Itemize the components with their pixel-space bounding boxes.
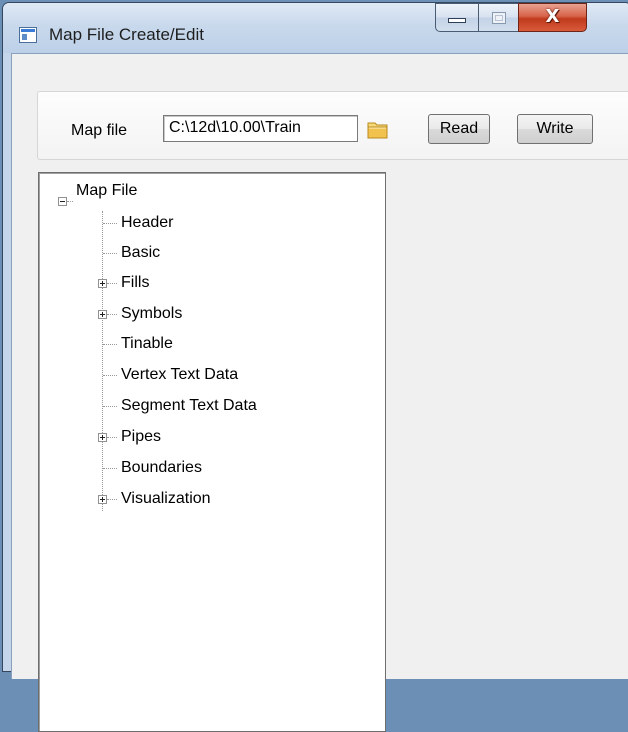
window-title: Map File Create/Edit [49, 25, 204, 44]
tree-item-label: Header [121, 214, 174, 231]
maximize-icon [492, 12, 506, 24]
collapse-icon[interactable] [58, 197, 67, 206]
tree-root-label: Map File [76, 182, 138, 199]
caption-buttons: X [435, 3, 587, 33]
tree-item-label: Boundaries [121, 459, 202, 476]
maximize-button[interactable] [478, 3, 519, 32]
close-button[interactable]: X [518, 3, 587, 32]
app-window-icon[interactable] [19, 27, 37, 43]
tree-root-map-file[interactable]: Map File [76, 176, 137, 206]
tree-item-label: Vertex Text Data [121, 366, 239, 383]
map-file-input[interactable]: C:\12d\10.00\Train [163, 115, 358, 142]
map-file-window: Map File Create/Edit X Map file C:\12d\1… [2, 2, 628, 732]
expand-icon[interactable] [98, 433, 107, 442]
tree-item-vertex-text-data[interactable]: Vertex Text Data [121, 360, 238, 390]
tree-item-boundaries[interactable]: Boundaries [121, 453, 202, 483]
tree-item-label: Visualization [121, 490, 211, 507]
tree-item-tinable[interactable]: Tinable [121, 329, 173, 359]
tree-item-label: Pipes [121, 428, 162, 445]
tree-item-symbols[interactable]: Symbols [121, 299, 182, 329]
minimize-icon [448, 18, 466, 23]
map-file-label: Map file [71, 122, 128, 139]
tree-item-pipes[interactable]: Pipes [121, 422, 161, 452]
map-file-tree[interactable]: Map File Header Basic Fills Symbols Tina… [38, 172, 386, 732]
read-button[interactable]: Read [428, 114, 490, 144]
write-button[interactable]: Write [517, 114, 593, 144]
title-bar[interactable]: Map File Create/Edit X [3, 3, 628, 53]
expand-icon[interactable] [98, 495, 107, 504]
folder-icon [367, 122, 388, 139]
tree-item-header[interactable]: Header [121, 208, 173, 238]
browse-folder-button[interactable] [366, 118, 390, 142]
expand-icon[interactable] [98, 279, 107, 288]
expand-icon[interactable] [98, 310, 107, 319]
tree-item-visualization[interactable]: Visualization [121, 484, 211, 514]
tree-item-label: Segment Text Data [121, 397, 257, 414]
tree-item-label: Symbols [121, 305, 183, 322]
minimize-button[interactable] [435, 3, 479, 32]
tree-item-label: Basic [121, 244, 161, 261]
tree-item-fills[interactable]: Fills [121, 268, 149, 298]
tree-item-label: Fills [121, 274, 150, 291]
tree-item-segment-text-data[interactable]: Segment Text Data [121, 391, 257, 421]
client-area: Map file C:\12d\10.00\Train Read Write M… [11, 53, 628, 732]
tree-item-label: Tinable [121, 335, 173, 352]
tree-item-basic[interactable]: Basic [121, 238, 160, 268]
close-icon: X [545, 6, 560, 27]
